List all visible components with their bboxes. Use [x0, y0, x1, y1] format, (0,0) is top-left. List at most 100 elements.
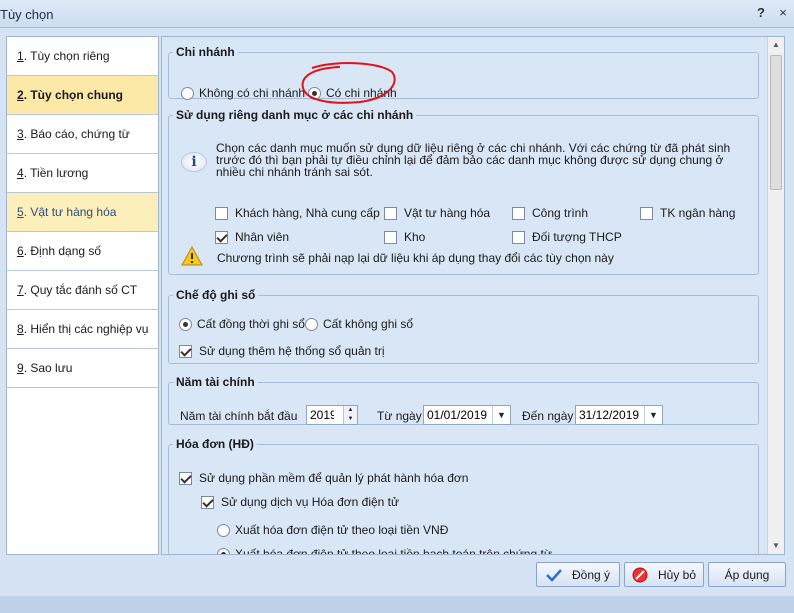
nav-item-label: . Quy tắc đánh số CT: [23, 283, 138, 297]
scroll-up-icon[interactable]: ▲: [768, 37, 784, 53]
record-no-radio[interactable]: [305, 317, 318, 331]
invoice-group: Hóa đơn (HĐ) Sử dụng phần mềm để quản lý…: [168, 437, 759, 555]
fiscal-year-input[interactable]: [307, 406, 337, 424]
catalog-employees-label: Nhân viên: [235, 230, 290, 244]
nav-item-label: . Vật tư hàng hóa: [23, 205, 117, 219]
ledger-group-title: Chế độ ghi sổ: [176, 288, 256, 302]
record-both-option[interactable]: Cất đồng thời ghi sổ: [179, 317, 305, 331]
options-panel: Chi nhánh Không có chi nhánh Có chi nhán…: [161, 36, 785, 555]
checkmark-icon: [546, 568, 562, 582]
title-bar: Tùy chọn ? ×: [0, 0, 794, 28]
nav-item-mnemonic: 8: [17, 322, 24, 336]
nav-item-mnemonic: 5: [17, 205, 24, 219]
issue-accounting-radio[interactable]: [217, 547, 230, 554]
year-up-icon[interactable]: ▲: [343, 406, 357, 415]
issue-vnd-option[interactable]: Xuất hóa đơn điện tử theo loại tiền VNĐ: [217, 523, 448, 537]
catalog-bank-accounts-option[interactable]: TK ngân hàng: [640, 206, 735, 220]
nav-item[interactable]: 2. Tùy chọn chung: [7, 76, 158, 115]
nav-item-mnemonic: 9: [17, 361, 24, 375]
nav-item-mnemonic: 1: [17, 49, 24, 63]
catalog-info-text: Chọn các danh mục muốn sử dụng dữ liệu r…: [216, 141, 731, 179]
from-date-label: Từ ngày: [377, 409, 422, 423]
catalog-projects-option[interactable]: Công trình: [512, 206, 588, 220]
catalog-customers-checkbox[interactable]: [215, 206, 228, 220]
nav-item[interactable]: 5. Vật tư hàng hóa: [7, 193, 158, 232]
no-branch-label: Không có chi nhánh: [199, 86, 306, 100]
from-date-dropdown-icon[interactable]: ▼: [492, 406, 510, 424]
ok-button[interactable]: Đồng ý: [536, 562, 620, 587]
fiscal-year-stepper[interactable]: ▲ ▼: [306, 405, 358, 425]
catalog-group-title: Sử dụng riêng danh mục ở các chi nhánh: [176, 108, 414, 122]
catalog-group: Sử dụng riêng danh mục ở các chi nhánh i…: [168, 108, 759, 275]
nav-item[interactable]: 4. Tiền lương: [7, 154, 158, 193]
cancel-button[interactable]: Hủy bỏ: [624, 562, 704, 587]
nav-item-mnemonic: 7: [17, 283, 24, 297]
ok-button-label: Đồng ý: [571, 567, 611, 582]
panel-scrollbar[interactable]: ▲ ▼: [767, 37, 784, 554]
ledger-group: Chế độ ghi sổ Cất đồng thời ghi sổ Cất k…: [168, 288, 759, 364]
fiscal-start-label: Năm tài chính bắt đầu: [180, 409, 298, 423]
use-software-checkbox[interactable]: [179, 471, 192, 485]
nav-item-mnemonic: 4: [17, 166, 24, 180]
catalog-employees-checkbox[interactable]: [215, 230, 228, 244]
issue-vnd-radio[interactable]: [217, 523, 230, 537]
mgmt-book-label: Sử dụng thêm hệ thống sổ quản trị: [199, 344, 385, 358]
use-einvoice-checkbox[interactable]: [201, 495, 214, 509]
catalog-cost-objects-label: Đối tượng THCP: [532, 230, 622, 244]
catalog-projects-checkbox[interactable]: [512, 206, 525, 220]
nav-item-label: . Báo cáo, chứng từ: [23, 127, 130, 141]
to-date-input[interactable]: [576, 406, 644, 424]
catalog-projects-label: Công trình: [532, 206, 589, 220]
catalog-warehouse-option[interactable]: Kho: [384, 230, 425, 244]
highlight-annotation-icon: [301, 62, 396, 104]
catalog-materials-option[interactable]: Vật tư hàng hóa: [384, 206, 490, 220]
issue-accounting-option[interactable]: Xuất hóa đơn điện tử theo loại tiền hạch…: [217, 547, 552, 555]
use-einvoice-option[interactable]: Sử dụng dịch vụ Hóa đơn điện tử: [201, 495, 399, 509]
catalog-customers-label: Khách hàng, Nhà cung cấp: [235, 206, 380, 220]
nav-item-mnemonic: 6: [17, 244, 24, 258]
no-branch-radio[interactable]: [181, 86, 194, 100]
nav-item[interactable]: 7. Quy tắc đánh số CT: [7, 271, 158, 310]
catalog-materials-checkbox[interactable]: [384, 206, 397, 220]
record-no-option[interactable]: Cất không ghi sổ: [305, 317, 413, 331]
catalog-bank-accounts-label: TK ngân hàng: [660, 206, 736, 220]
use-software-option[interactable]: Sử dụng phần mềm để quản lý phát hành hó…: [179, 471, 468, 485]
close-button[interactable]: ×: [774, 4, 792, 22]
branch-group-title: Chi nhánh: [176, 45, 235, 59]
catalog-warehouse-checkbox[interactable]: [384, 230, 397, 244]
nav-item-mnemonic: 2: [17, 88, 24, 102]
to-date-picker[interactable]: ▼: [575, 405, 663, 425]
catalog-materials-label: Vật tư hàng hóa: [404, 206, 491, 220]
nav-item[interactable]: 6. Định dạng số: [7, 232, 158, 271]
invoice-group-title: Hóa đơn (HĐ): [176, 437, 254, 451]
record-both-radio[interactable]: [179, 317, 192, 331]
scroll-down-icon[interactable]: ▼: [768, 538, 784, 554]
apply-button[interactable]: Áp dụng: [708, 562, 786, 587]
to-date-label: Đến ngày: [522, 409, 574, 423]
catalog-customers-option[interactable]: Khách hàng, Nhà cung cấp: [215, 206, 380, 220]
year-down-icon[interactable]: ▼: [343, 415, 357, 424]
catalog-cost-objects-option[interactable]: Đối tượng THCP: [512, 230, 622, 244]
mgmt-book-option[interactable]: Sử dụng thêm hệ thống sổ quản trị: [179, 344, 385, 358]
catalog-bank-accounts-checkbox[interactable]: [640, 206, 653, 220]
apply-button-label: Áp dụng: [724, 567, 770, 582]
help-button[interactable]: ?: [752, 4, 770, 22]
nav-item[interactable]: 8. Hiển thị các nghiệp vụ: [7, 310, 158, 349]
use-einvoice-label: Sử dụng dịch vụ Hóa đơn điện tử: [221, 495, 400, 509]
nav-item[interactable]: 1. Tùy chọn riêng: [7, 37, 158, 76]
record-both-label: Cất đồng thời ghi sổ: [197, 317, 305, 331]
warning-icon: [181, 246, 203, 266]
from-date-input[interactable]: [424, 406, 492, 424]
nav-item[interactable]: 3. Báo cáo, chứng từ: [7, 115, 158, 154]
from-date-picker[interactable]: ▼: [423, 405, 511, 425]
catalog-employees-option[interactable]: Nhân viên: [215, 230, 289, 244]
issue-accounting-label: Xuất hóa đơn điện tử theo loại tiền hạch…: [235, 547, 552, 555]
nav-item-label: . Hiển thị các nghiệp vụ: [23, 322, 149, 336]
no-branch-option[interactable]: Không có chi nhánh: [181, 86, 305, 100]
nav-item[interactable]: 9. Sao lưu: [7, 349, 158, 388]
to-date-dropdown-icon[interactable]: ▼: [644, 406, 662, 424]
nav-item-label: . Định dạng số: [23, 244, 102, 258]
scroll-thumb[interactable]: [770, 55, 782, 190]
catalog-cost-objects-checkbox[interactable]: [512, 230, 525, 244]
mgmt-book-checkbox[interactable]: [179, 344, 192, 358]
